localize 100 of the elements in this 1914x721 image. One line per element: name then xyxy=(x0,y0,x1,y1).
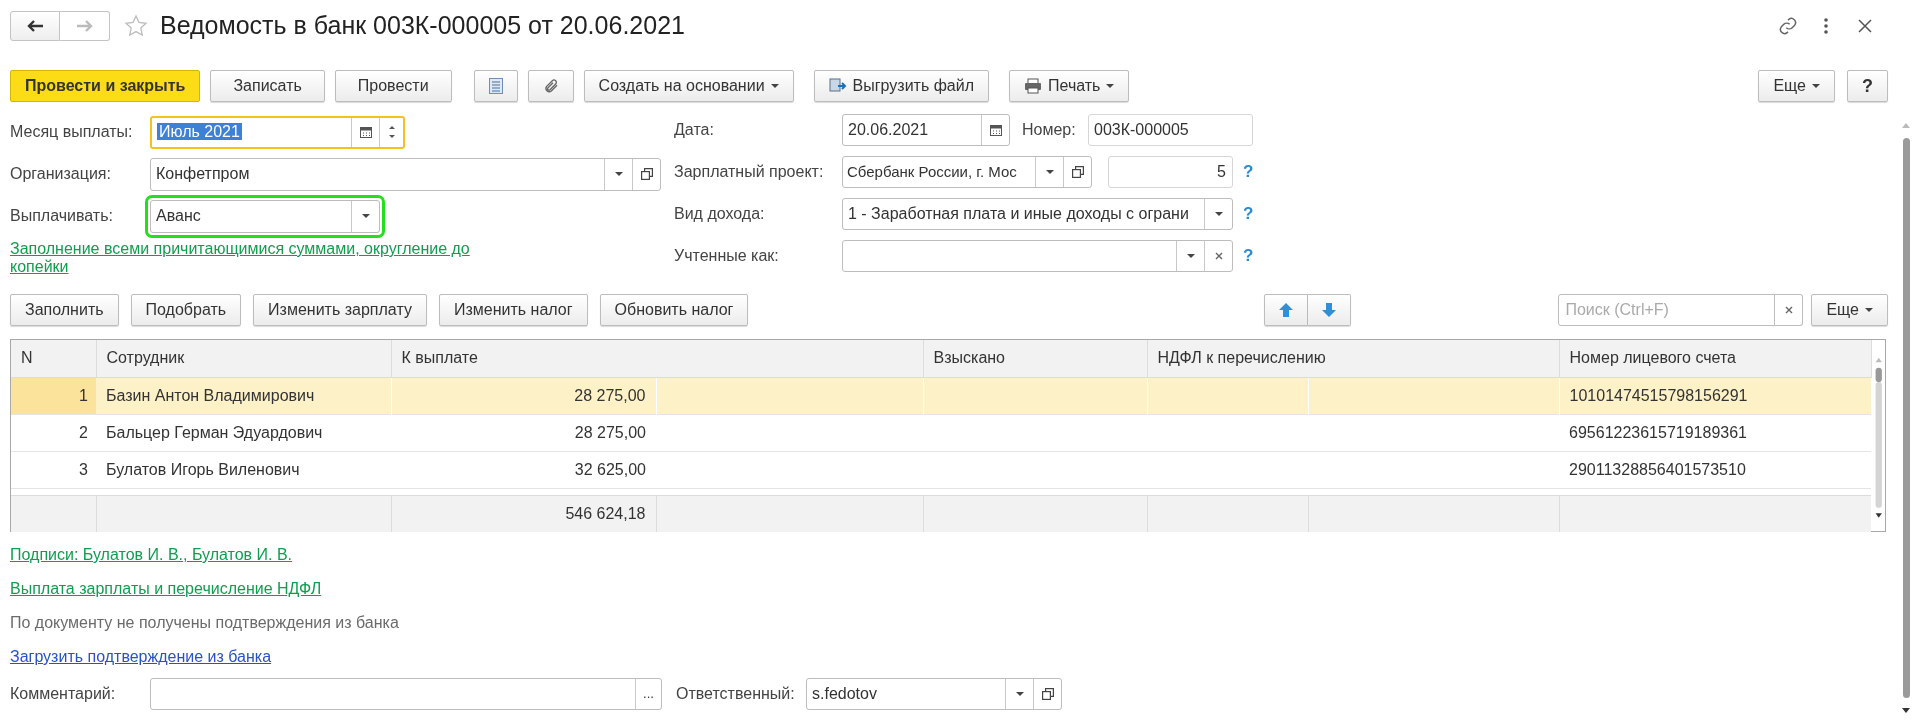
responsible-field[interactable]: s.fedotov xyxy=(806,678,1062,710)
down-caret-icon xyxy=(388,135,395,138)
column-header[interactable]: НДФЛ к перечислению xyxy=(1147,340,1560,377)
help-icon[interactable]: ? xyxy=(1243,159,1254,185)
comment-field[interactable]: ... xyxy=(150,678,662,710)
count-field[interactable]: 5 xyxy=(1108,156,1233,188)
table-cell: 28 275,00 xyxy=(391,377,656,414)
table-row[interactable]: 2 Бальцер Герман Эдуардович 28 275,00 69561223615719189361 xyxy=(11,414,1872,451)
post-and-close-button[interactable]: Провести и закрыть xyxy=(10,70,201,102)
caret-icon xyxy=(1865,308,1873,312)
up-arrow-icon xyxy=(1279,303,1294,317)
field-label: Дата: xyxy=(674,120,715,140)
total-cell: 546 624,18 xyxy=(391,495,656,532)
table-cell: 32 625,00 xyxy=(391,451,656,488)
table-toolbar-button[interactable]: Изменить налог xyxy=(438,294,588,326)
left-arrow-icon xyxy=(27,20,43,32)
field-label: Месяц выплаты: xyxy=(10,122,134,142)
link[interactable]: Подписи: Булатов И. В., Булатов И. В. xyxy=(10,546,293,564)
column-header[interactable]: Сотрудник xyxy=(96,340,391,377)
field-label: Комментарий: xyxy=(10,684,117,704)
attach-button[interactable] xyxy=(527,70,574,102)
caret-icon xyxy=(1812,84,1820,88)
table-toolbar-button[interactable]: Заполнить xyxy=(10,294,119,326)
clear-icon xyxy=(1214,252,1223,260)
clear-icon xyxy=(1784,306,1793,314)
caret-icon xyxy=(1045,170,1054,174)
link[interactable]: Загрузить подтверждение из банка xyxy=(10,648,272,666)
export-file-icon xyxy=(828,77,847,95)
column-header[interactable]: К выплате xyxy=(391,340,923,377)
back-button[interactable] xyxy=(10,11,60,41)
more-icon[interactable] xyxy=(1824,18,1828,34)
accounted-as-field[interactable] xyxy=(842,240,1233,272)
up-caret-icon xyxy=(388,126,395,129)
close-icon[interactable] xyxy=(1858,19,1872,33)
column-header[interactable]: N xyxy=(11,340,96,377)
field-label: Ответственный: xyxy=(676,684,796,704)
fill-settings-link[interactable]: Заполнение всеми причитающимися суммами, округление до копейки xyxy=(10,240,500,276)
list-icon xyxy=(488,78,503,94)
squares-icon xyxy=(640,168,653,180)
table-cell: 1 xyxy=(11,377,96,414)
toolbar-button[interactable]: Записать xyxy=(210,70,325,102)
print-button[interactable]: Печать xyxy=(1009,70,1130,102)
table-cell: 10101474515798156291 xyxy=(1559,377,1872,414)
report-button[interactable] xyxy=(473,70,518,102)
more-button[interactable]: Еще xyxy=(1811,294,1888,326)
field-label: Номер: xyxy=(1022,120,1077,140)
field-label: Учтенные как: xyxy=(674,246,780,266)
help-icon[interactable]: ? xyxy=(1243,243,1254,269)
date-field[interactable]: 20.06.2021 xyxy=(842,114,1010,146)
squares-icon xyxy=(1071,166,1084,178)
help-icon[interactable]: ? xyxy=(1243,201,1254,227)
window-title: Ведомость в банк 003К-000005 от 20.06.2021 xyxy=(160,10,685,42)
table-cell: 29011328856401573510 xyxy=(1559,451,1872,488)
field-label: Выплачивать: xyxy=(10,206,114,226)
caret-icon xyxy=(1186,254,1195,258)
table-cell: Базин Антон Владимирович xyxy=(96,377,391,414)
caret-icon xyxy=(1015,692,1024,696)
select-button[interactable]: ... xyxy=(635,679,661,709)
link-icon[interactable] xyxy=(1778,16,1798,36)
toolbar-button[interactable]: Провести xyxy=(334,70,452,102)
input-field[interactable]: Июль 2021 xyxy=(150,115,405,149)
help-button[interactable]: ? xyxy=(1847,70,1888,102)
star-icon[interactable] xyxy=(124,14,148,38)
clear-button[interactable] xyxy=(1775,294,1804,326)
table-cell: 69561223615719189361 xyxy=(1559,414,1872,451)
squares-icon xyxy=(1041,688,1054,700)
column-header[interactable]: Номер лицевого счета xyxy=(1559,340,1872,377)
status-text: По документу не получены подтверждения из банка xyxy=(10,614,399,632)
table-row[interactable]: 1 Базин Антон Владимирович 28 275,00 10101474515798156291 xyxy=(11,377,1872,414)
income-type-field[interactable]: 1 - Заработная плата и иные доходы с ограни xyxy=(842,198,1233,230)
table-cell: 2 xyxy=(11,414,96,451)
caret-icon xyxy=(770,84,779,88)
field-label: Вид дохода: xyxy=(674,204,766,224)
table-cell: Бальцер Герман Эдуардович xyxy=(96,414,391,451)
paperclip-icon xyxy=(542,78,559,94)
menu-button[interactable]: Создать на основании xyxy=(583,70,794,102)
export-button[interactable]: Выгрузить файл xyxy=(813,70,990,102)
printer-icon xyxy=(1024,78,1043,94)
calendar-icon xyxy=(989,124,1002,136)
table-toolbar-button[interactable]: Обновить налог xyxy=(599,294,749,326)
table-toolbar-button[interactable]: Подобрать xyxy=(130,294,242,326)
right-arrow-icon xyxy=(76,20,93,32)
table-toolbar-button[interactable]: Изменить зарплату xyxy=(253,294,427,326)
salary-project-field[interactable]: Сбербанк России, г. Мос xyxy=(842,156,1092,188)
move-up-button[interactable] xyxy=(1264,294,1309,326)
move-down-button[interactable] xyxy=(1308,294,1352,326)
number-field[interactable]: 003К-000005 xyxy=(1088,114,1253,146)
table-cell: 28 275,00 xyxy=(391,414,656,451)
caret-icon xyxy=(1214,212,1223,216)
column-header[interactable]: Взыскано xyxy=(923,340,1147,377)
input-field[interactable]: Конфетпром xyxy=(150,157,661,191)
menu-button[interactable]: Еще xyxy=(1758,70,1835,102)
input-field[interactable]: Аванс xyxy=(150,199,380,233)
calendar-icon xyxy=(359,126,372,138)
table-row[interactable]: 3 Булатов Игорь Виленович 32 625,00 29011328856401573510 xyxy=(11,451,1872,488)
table-cell: Булатов Игорь Виленович xyxy=(96,451,391,488)
table-cell: 3 xyxy=(11,451,96,488)
caret-icon xyxy=(614,172,623,176)
caret-icon xyxy=(1106,84,1115,88)
search-field[interactable]: Поиск (Ctrl+F) xyxy=(1558,294,1776,326)
